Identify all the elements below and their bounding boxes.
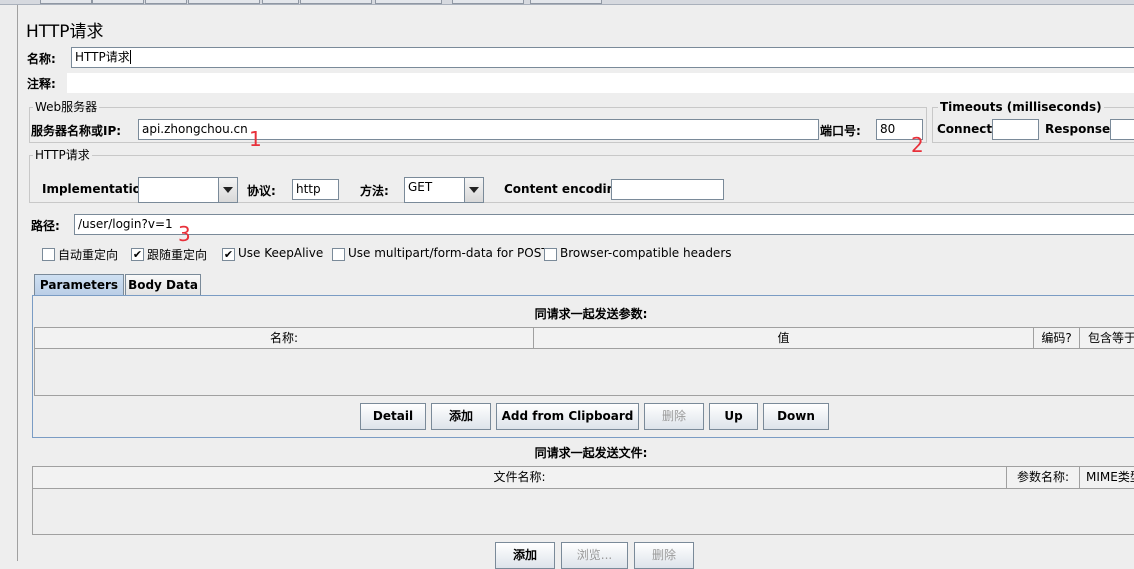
tab-body-data[interactable]: Body Data <box>125 274 201 295</box>
param-col-name[interactable]: 名称: <box>34 327 534 349</box>
response-label: Response: <box>1045 122 1115 136</box>
param-col-encode[interactable]: 编码? <box>1033 327 1080 349</box>
down-button[interactable]: Down <box>763 403 829 430</box>
chevron-down-icon[interactable] <box>218 178 237 202</box>
up-button[interactable]: Up <box>709 403 758 430</box>
delete-param-button[interactable]: 删除 <box>644 403 704 430</box>
path-field[interactable]: /user/login?v=1 <box>74 214 1134 235</box>
comment-label: 注释: <box>27 77 56 91</box>
auto-redirect-label: 自动重定向 <box>58 248 119 262</box>
param-col-value[interactable]: 值 <box>533 327 1034 349</box>
chevron-down-icon[interactable] <box>464 178 483 202</box>
method-label: 方法: <box>360 184 389 198</box>
panel-title: HTTP请求 <box>26 22 104 42</box>
browse-button[interactable]: 浏览... <box>561 542 628 569</box>
annotation-3: 3 <box>178 222 191 246</box>
file-col-param-name[interactable]: 参数名称: <box>1006 466 1080 489</box>
annotation-1: 1 <box>249 127 262 151</box>
content-encoding-field[interactable] <box>611 179 724 200</box>
port-label: 端口号: <box>820 124 861 138</box>
file-col-mime-type[interactable]: MIME类型 <box>1079 466 1134 489</box>
follow-redirect-label: 跟随重定向 <box>147 248 208 262</box>
keepalive-checkbox[interactable]: ✔ <box>222 248 235 261</box>
browser-headers-checkbox[interactable] <box>544 248 557 261</box>
implementation-select[interactable] <box>138 177 238 203</box>
file-col-filename[interactable]: 文件名称: <box>32 466 1007 489</box>
add-param-button[interactable]: 添加 <box>431 403 491 430</box>
response-timeout-field[interactable] <box>1110 119 1134 140</box>
add-file-button[interactable]: 添加 <box>495 542 555 569</box>
keepalive-label: Use KeepAlive <box>238 246 324 260</box>
encoding-label: Content encoding: <box>504 182 629 196</box>
method-select[interactable]: GET <box>404 177 484 203</box>
server-name-field[interactable]: api.zhongchou.cn <box>138 119 819 140</box>
http-request-group-title: HTTP请求 <box>33 148 92 162</box>
left-divider <box>17 5 18 561</box>
param-col-include-equals[interactable]: 包含等于 <box>1079 327 1134 349</box>
name-label: 名称: <box>27 52 56 66</box>
follow-redirect-checkbox[interactable]: ✔ <box>131 248 144 261</box>
web-server-group-title: Web服务器 <box>33 100 100 114</box>
connect-label: Connect: <box>937 122 997 136</box>
add-from-clipboard-button[interactable]: Add from Clipboard <box>496 403 639 430</box>
browser-headers-label: Browser-compatible headers <box>560 246 732 260</box>
files-caption: 同请求一起发送文件: <box>534 446 648 460</box>
comment-field[interactable] <box>67 73 1134 93</box>
annotation-2: 2 <box>911 133 924 157</box>
detail-button[interactable]: Detail <box>360 403 426 430</box>
multipart-checkbox[interactable] <box>332 248 345 261</box>
parameters-caption: 同请求一起发送参数: <box>534 307 648 321</box>
method-value: GET <box>408 180 433 194</box>
path-label: 路径: <box>31 219 60 233</box>
timeouts-group-title: Timeouts (milliseconds) <box>938 100 1104 114</box>
multipart-label: Use multipart/form-data for POST <box>348 246 549 260</box>
name-field[interactable]: HTTP请求 <box>71 47 1134 68</box>
protocol-label: 协议: <box>247 184 276 198</box>
text-caret <box>130 50 131 64</box>
toolbar-strip <box>0 0 1134 5</box>
tab-parameters[interactable]: Parameters <box>34 274 124 296</box>
server-label: 服务器名称或IP: <box>31 124 122 138</box>
connect-timeout-field[interactable] <box>992 119 1039 140</box>
protocol-field[interactable]: http <box>292 179 339 200</box>
delete-file-button[interactable]: 删除 <box>634 542 694 569</box>
auto-redirect-checkbox[interactable] <box>42 248 55 261</box>
